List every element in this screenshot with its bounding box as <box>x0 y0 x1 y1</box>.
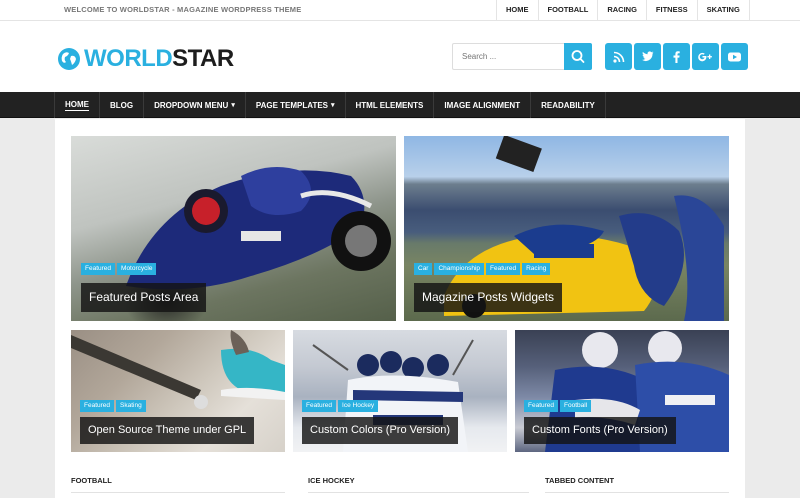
nav-page-templates[interactable]: PAGE TEMPLATES ▾ <box>246 92 346 118</box>
post-title[interactable]: Custom Colors (Pro Version) <box>302 417 458 444</box>
rss-icon[interactable] <box>605 43 632 70</box>
widget-divider <box>308 492 529 493</box>
post-categories: Car Championship Featured Racing <box>414 263 551 275</box>
brand-star: STAR <box>172 45 234 72</box>
post-title[interactable]: Custom Fonts (Pro Version) <box>524 417 676 444</box>
widget-divider <box>545 492 729 493</box>
post-title[interactable]: Featured Posts Area <box>81 283 207 312</box>
category-badge[interactable]: Motorcycle <box>117 263 157 275</box>
nav-readability[interactable]: READABILITY <box>531 92 606 118</box>
featured-post-5[interactable]: Featured Football Custom Fonts (Pro Vers… <box>515 330 729 452</box>
main-content: Featured Motorcycle Featured Posts Area … <box>55 119 745 498</box>
top-nav-football[interactable]: FOOTBALL <box>539 0 599 21</box>
category-badge[interactable]: Featured <box>524 400 559 412</box>
category-badge[interactable]: Football <box>560 400 592 412</box>
widget-title-football: FOOTBALL <box>71 476 112 485</box>
featured-post-3[interactable]: Featured Skating Open Source Theme under… <box>71 330 285 452</box>
featured-post-2[interactable]: Car Championship Featured Racing Magazin… <box>404 136 729 321</box>
nav-dropdown-menu-label: DROPDOWN MENU <box>154 100 229 110</box>
search-button[interactable] <box>564 43 592 70</box>
chevron-down-icon: ▾ <box>231 102 235 109</box>
widget-title-ice-hockey: ICE HOCKEY <box>308 476 355 485</box>
post-categories: Featured Football <box>524 400 592 412</box>
post-title[interactable]: Magazine Posts Widgets <box>414 283 563 312</box>
widget-title-tabbed-content: TABBED CONTENT <box>545 476 615 485</box>
top-bar: WELCOME TO WORLDSTAR - MAGAZINE WORDPRES… <box>0 0 800 21</box>
category-badge[interactable]: Racing <box>522 263 551 275</box>
nav-home-label: HOME <box>65 99 89 111</box>
top-nav-home[interactable]: HOME <box>497 0 539 21</box>
top-nav: HOME FOOTBALL RACING FITNESS SKATING <box>496 0 750 21</box>
nav-home[interactable]: HOME <box>55 92 100 118</box>
social-icons <box>605 43 748 70</box>
post-categories: Featured Motorcycle <box>81 263 157 275</box>
twitter-icon[interactable] <box>634 43 661 70</box>
facebook-icon[interactable] <box>663 43 690 70</box>
nav-blog-label: BLOG <box>110 100 134 110</box>
nav-readability-label: READABILITY <box>541 100 595 110</box>
nav-image-alignment-label: IMAGE ALIGNMENT <box>444 100 521 110</box>
post-title[interactable]: Open Source Theme under GPL <box>80 417 255 444</box>
google-plus-icon[interactable] <box>692 43 719 70</box>
chevron-down-icon: ▾ <box>331 102 335 109</box>
featured-post-4[interactable]: Featured Ice Hockey Custom Colors (Pro V… <box>293 330 507 452</box>
main-navigation: HOME BLOG DROPDOWN MENU ▾ PAGE TEMPLATES ▾… <box>0 92 800 118</box>
youtube-icon[interactable] <box>721 43 748 70</box>
top-nav-skating[interactable]: SKATING <box>698 0 750 21</box>
site-logo[interactable]: WORLDSTAR <box>58 45 234 73</box>
category-badge[interactable]: Car <box>414 263 433 275</box>
nav-html-elements[interactable]: HTML ELEMENTS <box>346 92 435 118</box>
widget-divider <box>71 492 285 493</box>
search-input[interactable] <box>452 43 565 70</box>
nav-dropdown-menu[interactable]: DROPDOWN MENU ▾ <box>144 92 246 118</box>
nav-html-elements-label: HTML ELEMENTS <box>355 100 424 110</box>
nav-image-alignment[interactable]: IMAGE ALIGNMENT <box>434 92 532 118</box>
category-badge[interactable]: Featured <box>302 400 337 412</box>
site-header: WORLDSTAR <box>0 21 800 92</box>
post-categories: Featured Ice Hockey <box>302 400 379 412</box>
category-badge[interactable]: Featured <box>486 263 521 275</box>
category-badge[interactable]: Featured <box>81 263 116 275</box>
post-categories: Featured Skating <box>80 400 146 412</box>
category-badge[interactable]: Championship <box>434 263 485 275</box>
nav-page-templates-label: PAGE TEMPLATES <box>255 100 328 110</box>
search-icon <box>571 50 585 63</box>
category-badge[interactable]: Skating <box>116 400 146 412</box>
featured-post-1[interactable]: Featured Motorcycle Featured Posts Area <box>71 136 396 321</box>
welcome-text: WELCOME TO WORLDSTAR - MAGAZINE WORDPRES… <box>64 5 302 14</box>
top-nav-fitness[interactable]: FITNESS <box>647 0 698 21</box>
search-form <box>452 43 592 70</box>
globe-icon <box>58 48 80 70</box>
category-badge[interactable]: Featured <box>80 400 115 412</box>
category-badge[interactable]: Ice Hockey <box>338 400 379 412</box>
nav-blog[interactable]: BLOG <box>100 92 145 118</box>
top-nav-racing[interactable]: RACING <box>598 0 647 21</box>
brand-world: WORLD <box>84 45 173 72</box>
